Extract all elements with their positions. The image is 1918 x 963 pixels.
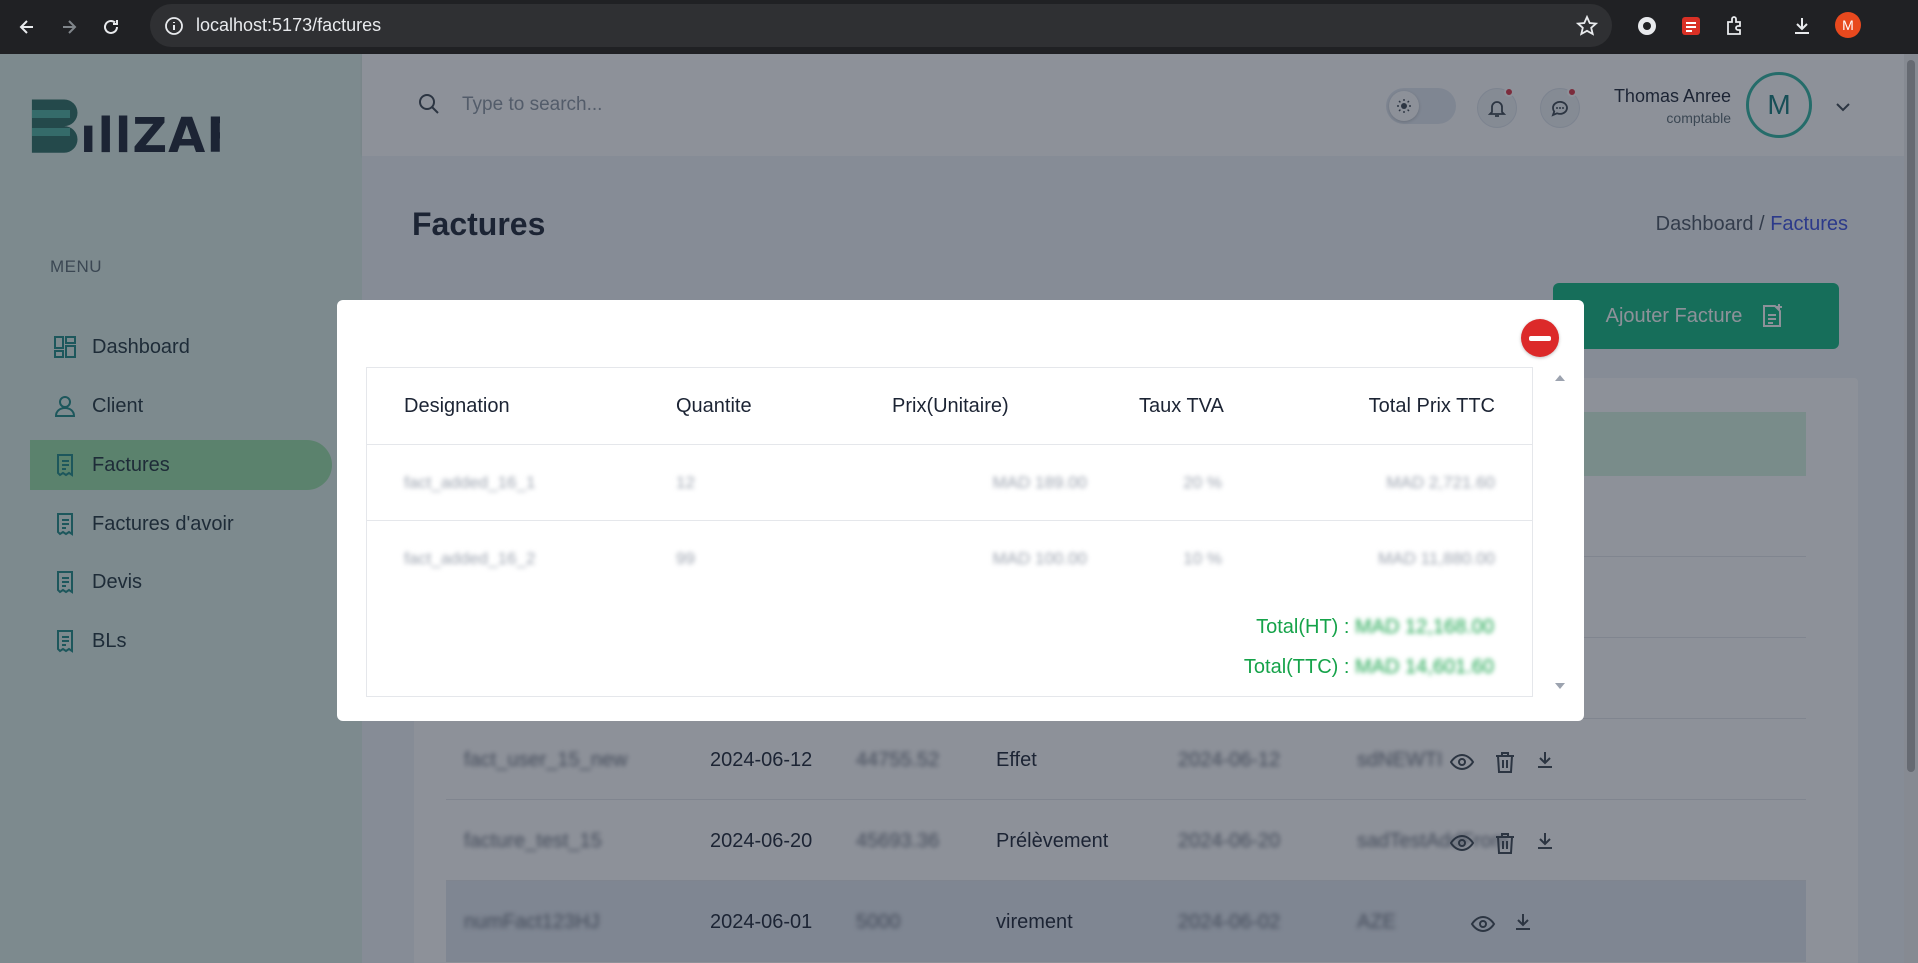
table-header-row: Designation Quantite Prix(Unitaire) Taux…: [367, 368, 1532, 445]
total-ht-value: MAD 12,168.00: [1355, 616, 1494, 638]
total-ht-label: Total(HT) :: [1256, 616, 1350, 638]
col-quantite: Quantite: [676, 395, 752, 417]
cell-designation: fact_added_16_1: [404, 473, 536, 492]
total-ht: Total(HT) : MAD 12,168.00: [1256, 616, 1494, 639]
total-ttc: Total(TTC) : MAD 14,601.60: [1244, 656, 1494, 679]
reload-icon[interactable]: [96, 12, 126, 42]
profile-avatar[interactable]: M: [1835, 12, 1861, 38]
cell-prix: MAD 189.00: [992, 473, 1088, 492]
modal-scrollbar[interactable]: [1550, 367, 1568, 697]
minus-icon: [1529, 335, 1551, 341]
scroll-down-arrow-icon[interactable]: [1555, 683, 1565, 689]
cell-prix: MAD 100.00: [992, 549, 1088, 568]
back-icon[interactable]: [12, 12, 42, 42]
url-text[interactable]: localhost:5173/factures: [196, 15, 381, 36]
table-row: fact_added_16_1 12 MAD 189.00 20 % MAD 2…: [367, 445, 1532, 521]
extension-puzzle-red-icon[interactable]: [1677, 12, 1705, 40]
total-ttc-label: Total(TTC) :: [1243, 656, 1350, 678]
site-info-icon[interactable]: [164, 16, 184, 36]
cell-quantite: 12: [676, 473, 695, 492]
cell-quantite: 99: [676, 549, 695, 568]
download-icon[interactable]: [1788, 12, 1816, 40]
cell-tva: 20 %: [1183, 473, 1222, 492]
col-taux-tva: Taux TVA: [1139, 395, 1224, 417]
cell-tva: 10 %: [1183, 549, 1222, 568]
bookmark-star-icon[interactable]: [1576, 15, 1598, 37]
browser-toolbar: localhost:5173/factures M: [0, 0, 1918, 54]
extensions-icon[interactable]: [1721, 12, 1749, 40]
invoice-lines-table: Designation Quantite Prix(Unitaire) Taux…: [366, 367, 1533, 697]
cell-designation: fact_added_16_2: [404, 549, 536, 568]
invoice-detail-modal: Designation Quantite Prix(Unitaire) Taux…: [337, 300, 1584, 721]
cell-total: MAD 2,721.60: [1386, 473, 1495, 492]
scroll-up-arrow-icon[interactable]: [1555, 375, 1565, 381]
forward-icon[interactable]: [54, 12, 84, 42]
address-bar[interactable]: localhost:5173/factures: [150, 4, 1612, 47]
col-prix-unitaire: Prix(Unitaire): [892, 395, 1009, 417]
col-total-ttc: Total Prix TTC: [1368, 395, 1495, 417]
table-row: fact_added_16_2 99 MAD 100.00 10 % MAD 1…: [367, 521, 1532, 597]
col-designation: Designation: [404, 395, 510, 417]
extension-icon[interactable]: [1633, 12, 1661, 40]
cell-total: MAD 11,880.00: [1378, 549, 1495, 568]
close-modal-button[interactable]: [1521, 319, 1559, 357]
total-ttc-value: MAD 14,601.60: [1355, 656, 1494, 678]
